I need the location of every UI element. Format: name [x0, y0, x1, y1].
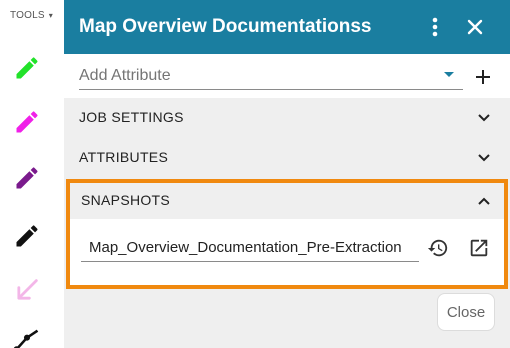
history-icon: [427, 239, 448, 257]
map-overview-panel: Map Overview Documentationss JOB SETTING…: [64, 0, 510, 348]
section-label: SNAPSHOTS: [81, 192, 171, 208]
panel-header: Map Overview Documentationss: [64, 0, 510, 54]
snapshot-open-button[interactable]: [466, 235, 492, 261]
snapshot-history-button[interactable]: [425, 235, 451, 261]
magenta-pencil-tool[interactable]: [13, 108, 41, 136]
section-job-settings[interactable]: JOB SETTINGS: [64, 98, 510, 138]
more-vert-icon: [432, 17, 438, 37]
pencil-icon: [16, 57, 38, 79]
close-panel-button[interactable]: [461, 13, 489, 41]
polyline-tool[interactable]: [13, 326, 41, 348]
tools-rail: TOOLS ▾: [0, 0, 56, 348]
snapshot-name-field[interactable]: Map_Overview_Documentation_Pre-Extractio…: [81, 236, 419, 262]
close-button[interactable]: Close: [437, 293, 495, 331]
panel-title: Map Overview Documentationss: [79, 16, 372, 37]
add-attribute-button[interactable]: [470, 64, 496, 90]
section-label: JOB SETTINGS: [79, 109, 184, 125]
green-pencil-tool[interactable]: [13, 54, 41, 82]
snapshots-section-highlight: SNAPSHOTS Map_Overview_Documentation_Pre…: [66, 179, 508, 289]
pencil-icon: [16, 111, 38, 133]
section-snapshots[interactable]: SNAPSHOTS: [70, 183, 504, 219]
chevron-down-icon: [478, 154, 490, 162]
tools-label: TOOLS: [10, 10, 45, 21]
arrow-tool[interactable]: [13, 276, 41, 304]
arrow-icon: [17, 279, 38, 300]
add-attribute-input[interactable]: [79, 62, 463, 90]
attribute-dropdown-icon[interactable]: [444, 72, 454, 77]
polyline-icon: [13, 329, 39, 348]
close-icon: [467, 19, 483, 35]
add-attribute-row: [64, 54, 510, 98]
section-label: ATTRIBUTES: [79, 149, 169, 165]
section-attributes[interactable]: ATTRIBUTES: [64, 138, 510, 178]
black-pencil-tool[interactable]: [13, 222, 41, 250]
tools-menu[interactable]: TOOLS ▾: [10, 10, 53, 21]
chevron-down-icon: [478, 114, 490, 122]
plus-icon: [476, 70, 490, 84]
pencil-icon: [16, 225, 38, 247]
more-options-button[interactable]: [421, 13, 449, 41]
pencil-icon: [16, 167, 38, 189]
open-in-new-icon: [470, 239, 488, 257]
purple-pencil-tool[interactable]: [13, 164, 41, 192]
tools-caret-icon: ▾: [48, 11, 53, 20]
chevron-up-icon: [478, 197, 490, 205]
